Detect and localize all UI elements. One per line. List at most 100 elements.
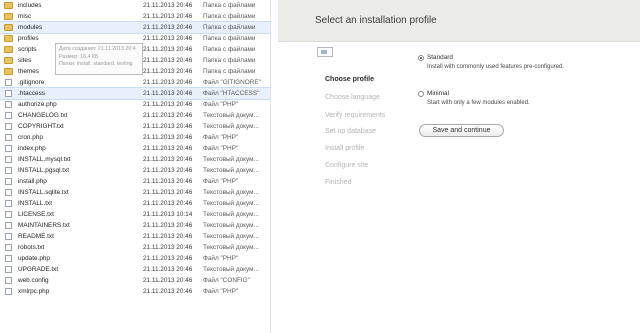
file-icon [5, 134, 12, 141]
tooltip-line: Размер: 16,4 КБ [59, 53, 99, 60]
folder-icon [4, 68, 13, 75]
file-type: Папка с файлами [203, 68, 256, 75]
file-name: profiles [18, 35, 39, 42]
file-name: scripts [18, 46, 37, 53]
file-row[interactable]: xmlrpc.php 21.11.2013 20:46 Файл "PHP" [0, 286, 270, 297]
save-and-continue-button[interactable]: Save and continue [419, 124, 504, 137]
folder-icon [4, 13, 13, 20]
folder-icon [4, 24, 13, 31]
file-name: web.config [18, 277, 49, 284]
file-icon [5, 233, 12, 240]
file-row[interactable]: modules 21.11.2013 20:46 Папка с файлами [0, 21, 270, 34]
folder-icon [4, 2, 13, 9]
step-configure-site: Configure site [325, 162, 369, 169]
file-name: INSTALL.pgsql.txt [18, 167, 70, 174]
file-name: themes [18, 68, 39, 75]
file-row[interactable]: includes 21.11.2013 20:46 Папка с файлами [0, 0, 270, 11]
standard-label[interactable]: Standard [427, 54, 453, 61]
file-type: Текстовый докум... [203, 222, 259, 229]
file-type: Файл "HTACCESS" [203, 90, 260, 97]
file-row[interactable]: index.php 21.11.2013 20:46 Файл "PHP" [0, 143, 270, 154]
file-type: Файл "PHP" [203, 145, 239, 152]
file-icon [5, 222, 12, 229]
file-icon [5, 200, 12, 207]
file-date: 21.11.2013 20:46 [143, 79, 193, 86]
file-icon [5, 123, 12, 130]
minimal-label[interactable]: Minimal [427, 90, 449, 97]
file-row[interactable]: COPYRIGHT.txt 21.11.2013 20:46 Текстовый д… [0, 121, 270, 132]
file-row[interactable]: robots.txt 21.11.2013 20:46 Текстовый доку… [0, 242, 270, 253]
folder-icon [4, 57, 13, 64]
step-choose-language: Choose language [325, 94, 380, 101]
file-row[interactable]: authorize.php 21.11.2013 20:46 Файл "PHP" [0, 99, 270, 110]
file-date: 21.11.2013 20:46 [143, 68, 193, 75]
file-row[interactable]: cron.php 21.11.2013 20:46 Файл "PHP" [0, 132, 270, 143]
file-date: 21.11.2013 20:46 [143, 123, 193, 130]
file-type: Файл "PHP" [203, 178, 239, 185]
file-type: Текстовый докум... [203, 189, 259, 196]
file-name: .htaccess [18, 90, 45, 97]
file-row[interactable]: INSTALL.txt 21.11.2013 20:46 Текстовый док… [0, 198, 270, 209]
file-type: Файл "CONFIG" [203, 277, 250, 284]
file-date: 21.11.2013 20:46 [143, 57, 193, 64]
file-row[interactable]: web.config 21.11.2013 20:46 Файл "CONFIG" [0, 275, 270, 286]
folder-icon [4, 35, 13, 42]
file-row[interactable]: .gitignore 21.11.2013 20:46 Файл "GITIGNOR… [0, 77, 270, 88]
file-date: 21.11.2013 20:46 [143, 277, 193, 284]
file-date: 21.11.2013 20:46 [143, 13, 193, 20]
installer-header: Select an installation profile [278, 0, 640, 42]
file-row[interactable]: misc 21.11.2013 20:46 Папка с файлами [0, 11, 270, 22]
file-date: 21.11.2013 20:46 [143, 222, 193, 229]
file-date: 21.11.2013 20:46 [143, 35, 193, 42]
file-name: COPYRIGHT.txt [18, 123, 64, 130]
file-icon [5, 101, 12, 108]
file-name: cron.php [18, 134, 43, 141]
file-name: xmlrpc.php [18, 288, 50, 295]
folder-tooltip: Дата создания: 21.11.2013 20:4 Размер: 1… [55, 43, 143, 75]
standard-description: Install with commonly used features pre-… [427, 64, 565, 70]
file-name: modules [18, 24, 43, 31]
file-type: Файл "PHP" [203, 288, 239, 295]
file-row[interactable]: INSTALL.mysql.txt 21.11.2013 20:46 Текстов… [0, 154, 270, 165]
file-name: CHANGELOG.txt [18, 112, 68, 119]
file-type: Текстовый докум... [203, 211, 259, 218]
file-date: 21.11.2013 20:46 [143, 2, 193, 9]
broken-image-icon [317, 47, 333, 57]
tooltip-line: Дата создания: 21.11.2013 20:4 [59, 46, 136, 52]
file-name: install.php [18, 178, 47, 185]
file-icon [5, 112, 12, 119]
file-row[interactable]: install.php 21.11.2013 20:46 Файл "PHP" [0, 176, 270, 187]
file-explorer-pane: includes 21.11.2013 20:46 Папка с файлами m… [0, 0, 271, 333]
file-icon [5, 277, 12, 284]
file-row[interactable]: MAINTAINERS.txt 21.11.2013 20:46 Текстовый… [0, 220, 270, 231]
file-icon [5, 178, 12, 185]
file-type: Текстовый докум... [203, 156, 259, 163]
file-row[interactable]: README.txt 21.11.2013 20:46 Текстовый доку… [0, 231, 270, 242]
file-type: Папка с файлами [203, 57, 256, 64]
file-name: includes [18, 2, 42, 9]
file-date: 21.11.2013 20:46 [143, 46, 193, 53]
file-date: 21.11.2013 20:46 [143, 189, 193, 196]
minimal-radio[interactable] [418, 91, 424, 97]
file-name: INSTALL.txt [18, 200, 52, 207]
file-name: index.php [18, 145, 46, 152]
file-type: Папка с файлами [203, 13, 256, 20]
standard-radio[interactable] [418, 55, 424, 61]
file-row[interactable]: LICENSE.txt 21.11.2013 10:14 Текстовый док… [0, 209, 270, 220]
file-row[interactable]: INSTALL.sqlite.txt 21.11.2013 20:46 Тексто… [0, 187, 270, 198]
file-row[interactable]: .htaccess 21.11.2013 20:46 Файл "HTACCESS" [0, 87, 270, 100]
file-row[interactable]: CHANGELOG.txt 21.11.2013 20:46 Текстовый д… [0, 110, 270, 121]
folder-icon [4, 46, 13, 53]
file-type: Текстовый докум... [203, 233, 259, 240]
file-icon [5, 167, 12, 174]
installer-window: Select an installation profile Choose pr… [278, 0, 640, 333]
file-name: sites [18, 57, 32, 64]
file-name: robots.txt [18, 244, 45, 251]
file-name: update.php [18, 255, 50, 262]
file-row[interactable]: update.php 21.11.2013 20:46 Файл "PHP" [0, 253, 270, 264]
tooltip-line: Папки: install, standard, testing [59, 61, 133, 67]
file-type: Файл "PHP" [203, 101, 239, 108]
file-row[interactable]: INSTALL.pgsql.txt 21.11.2013 20:46 Текстов… [0, 165, 270, 176]
file-type: Текстовый докум... [203, 123, 259, 130]
file-row[interactable]: UPGRADE.txt 21.11.2013 20:46 Текстовый док… [0, 264, 270, 275]
